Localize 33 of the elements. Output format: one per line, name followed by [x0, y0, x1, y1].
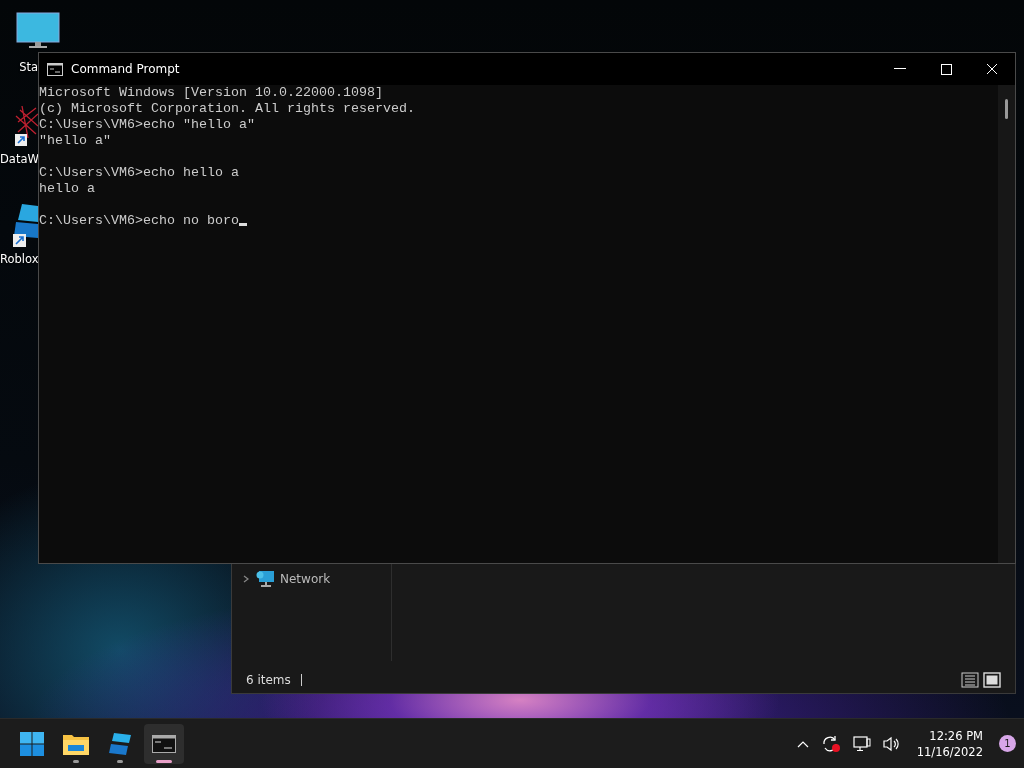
- network-icon: [256, 571, 274, 587]
- clock[interactable]: 12:26 PM 11/16/2022: [916, 727, 983, 760]
- terminal-icon: [152, 734, 176, 753]
- shortcut-drawing: [12, 202, 38, 248]
- item-count: 6 items: [246, 673, 291, 687]
- folder-icon: [63, 732, 89, 755]
- taskbar-app-button[interactable]: [144, 723, 184, 764]
- desktop-icon-label[interactable]: DataW: [0, 152, 39, 166]
- console-line: "hello a": [39, 133, 111, 149]
- console-line: (c) Microsoft Corporation. All rights reserved.: [39, 101, 415, 117]
- network-status-icon[interactable]: [850, 733, 873, 754]
- console-line: C:\Users\VM6>echo no boro: [39, 213, 239, 229]
- windows-logo-icon: [20, 731, 44, 756]
- console-icon: [47, 62, 63, 76]
- console-line: C:\Users\VM6>echo hello a: [39, 165, 239, 181]
- monitor-icon: [16, 12, 60, 50]
- maximize-icon: [940, 63, 952, 75]
- console-line: C:\Users\VM6>echo "hello a": [39, 117, 255, 133]
- window-title: Command Prompt: [71, 62, 181, 76]
- tiles-view-button[interactable]: [983, 672, 1001, 688]
- scrollbar[interactable]: [998, 85, 1015, 563]
- minimize-icon: [894, 68, 906, 70]
- console-line: Microsoft Windows [Version 10.0.22000.1098]: [39, 85, 383, 101]
- desktop-icon-label[interactable]: Roblox: [0, 252, 39, 266]
- roblox-icon: [108, 731, 132, 756]
- text-cursor: [238, 223, 247, 226]
- nav-item[interactable]: Network: [232, 570, 391, 588]
- desktop-icon-label[interactable]: Sta: [19, 60, 38, 74]
- console-line: hello a: [39, 181, 95, 197]
- shortcut-drawing: [14, 104, 38, 148]
- close-icon: [986, 63, 998, 75]
- notification-badge[interactable]: 1: [999, 735, 1016, 752]
- details-view-button[interactable]: [961, 672, 979, 688]
